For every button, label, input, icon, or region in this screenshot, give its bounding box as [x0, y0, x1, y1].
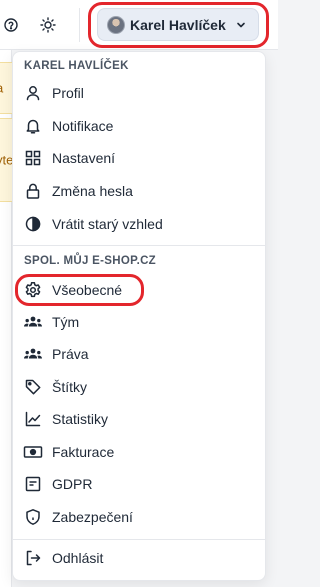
menu-item-zabezpeceni[interactable]: Zabezpečení — [13, 501, 265, 533]
users-icon — [23, 344, 43, 364]
contrast-icon — [23, 214, 43, 234]
menu-item-label: Práva — [52, 346, 89, 362]
grid-icon — [23, 148, 43, 168]
menu-item-zmena-hesla[interactable]: Změna hesla — [13, 175, 265, 207]
menu-item-label: Profil — [52, 85, 84, 101]
money-icon — [23, 442, 43, 462]
help-button[interactable] — [1, 15, 21, 35]
gear-icon — [23, 280, 43, 300]
menu-item-vseobecne[interactable]: Všeobecné — [13, 274, 265, 306]
menu-item-profil[interactable]: Profil — [13, 77, 265, 109]
menu-item-label: GDPR — [52, 476, 93, 492]
background-text: a — [0, 81, 3, 96]
menu-divider — [13, 245, 265, 246]
user-dropdown-menu: KAREL HAVLÍČEK Profil Notifikace Nastave… — [12, 51, 266, 581]
menu-item-label: Vrátit starý vzhled — [52, 216, 163, 232]
section-title-user: KAREL HAVLÍČEK — [24, 60, 129, 72]
menu-item-label: Tým — [52, 314, 80, 330]
menu-item-statistiky[interactable]: Statistiky — [13, 403, 265, 435]
menu-item-nastaveni[interactable]: Nastavení — [13, 142, 265, 174]
menu-item-fakturace[interactable]: Fakturace — [13, 436, 265, 468]
toolbar-divider — [79, 8, 80, 42]
menu-item-label: Změna hesla — [52, 183, 133, 199]
menu-item-tym[interactable]: Tým — [13, 306, 265, 338]
lock-icon — [23, 181, 43, 201]
menu-item-label: Zabezpečení — [52, 509, 133, 525]
menu-item-stitky[interactable]: Štítky — [13, 371, 265, 403]
user-menu-button[interactable]: Karel Havlíček — [97, 8, 259, 41]
avatar — [107, 16, 125, 34]
user-name: Karel Havlíček — [130, 17, 226, 33]
menu-item-prava[interactable]: Práva — [13, 338, 265, 370]
id-card-icon — [23, 474, 43, 494]
shield-icon — [23, 507, 43, 527]
menu-item-label: Nastavení — [52, 150, 116, 166]
users-icon — [23, 312, 43, 332]
bell-icon — [23, 116, 43, 136]
menu-item-vratit-stary-vzhled[interactable]: Vrátit starý vzhled — [13, 208, 265, 240]
theme-toggle-button[interactable] — [38, 15, 58, 35]
menu-item-label: Všeobecné — [52, 282, 123, 298]
tag-icon — [23, 377, 43, 397]
chart-icon — [23, 409, 43, 429]
section-title-company: SPOL. MŮJ E-SHOP.CZ — [24, 255, 157, 267]
menu-item-label: Odhlásit — [52, 550, 104, 566]
menu-item-notifikace[interactable]: Notifikace — [13, 110, 265, 142]
chevron-down-icon — [235, 19, 247, 31]
help-circle-icon — [4, 18, 18, 32]
menu-item-label: Statistiky — [52, 411, 109, 427]
menu-item-gdpr[interactable]: GDPR — [13, 468, 265, 500]
sun-icon — [40, 17, 56, 33]
logout-icon — [23, 548, 43, 568]
menu-divider — [13, 539, 265, 540]
menu-item-odhlasit[interactable]: Odhlásit — [13, 542, 265, 574]
top-bar: Karel Havlíček — [0, 0, 278, 50]
menu-item-label: Fakturace — [52, 444, 115, 460]
user-icon — [23, 83, 43, 103]
menu-item-label: Notifikace — [52, 118, 114, 134]
menu-item-label: Štítky — [52, 379, 88, 395]
